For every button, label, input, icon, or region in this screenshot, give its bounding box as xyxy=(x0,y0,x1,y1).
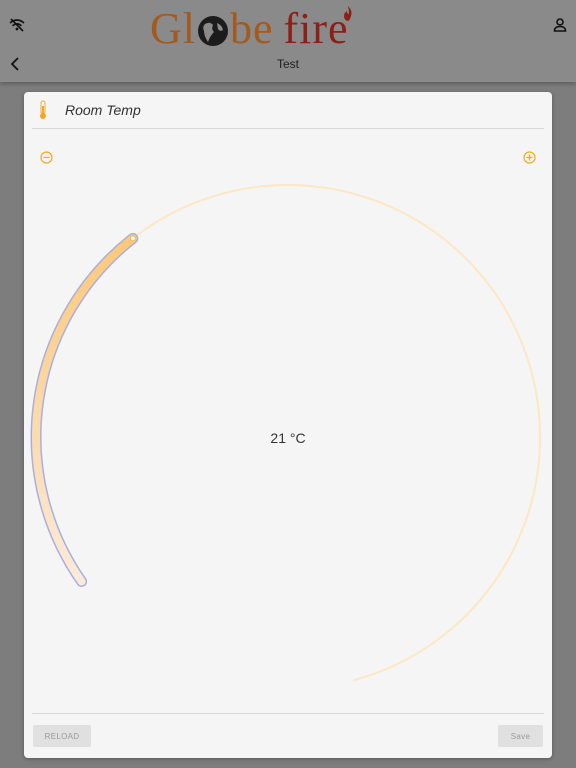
room-temp-card: Room Temp 21 °C RELOAD Save xyxy=(24,92,552,758)
temperature-readout: 21 °C xyxy=(270,430,306,446)
flame-icon xyxy=(344,6,352,21)
wifi-off-icon[interactable] xyxy=(8,16,26,34)
reload-button[interactable]: RELOAD xyxy=(33,725,91,747)
logo-globe-text: Gl xyxy=(150,4,196,53)
user-icon[interactable] xyxy=(552,17,568,33)
temperature-dial[interactable] xyxy=(24,92,552,712)
app-header: Gl be fire Test xyxy=(0,0,576,82)
page-title: Test xyxy=(276,57,299,71)
globe-fire-logo: Gl be fire xyxy=(150,4,430,54)
dial-value-arc xyxy=(32,234,137,586)
save-button[interactable]: Save xyxy=(498,725,543,747)
globe-icon xyxy=(198,16,228,46)
logo-fire-text: fire xyxy=(283,4,349,53)
dial-handle[interactable] xyxy=(129,235,136,242)
card-footer-divider xyxy=(32,713,544,714)
logo-globe-text-end: be xyxy=(230,4,274,53)
